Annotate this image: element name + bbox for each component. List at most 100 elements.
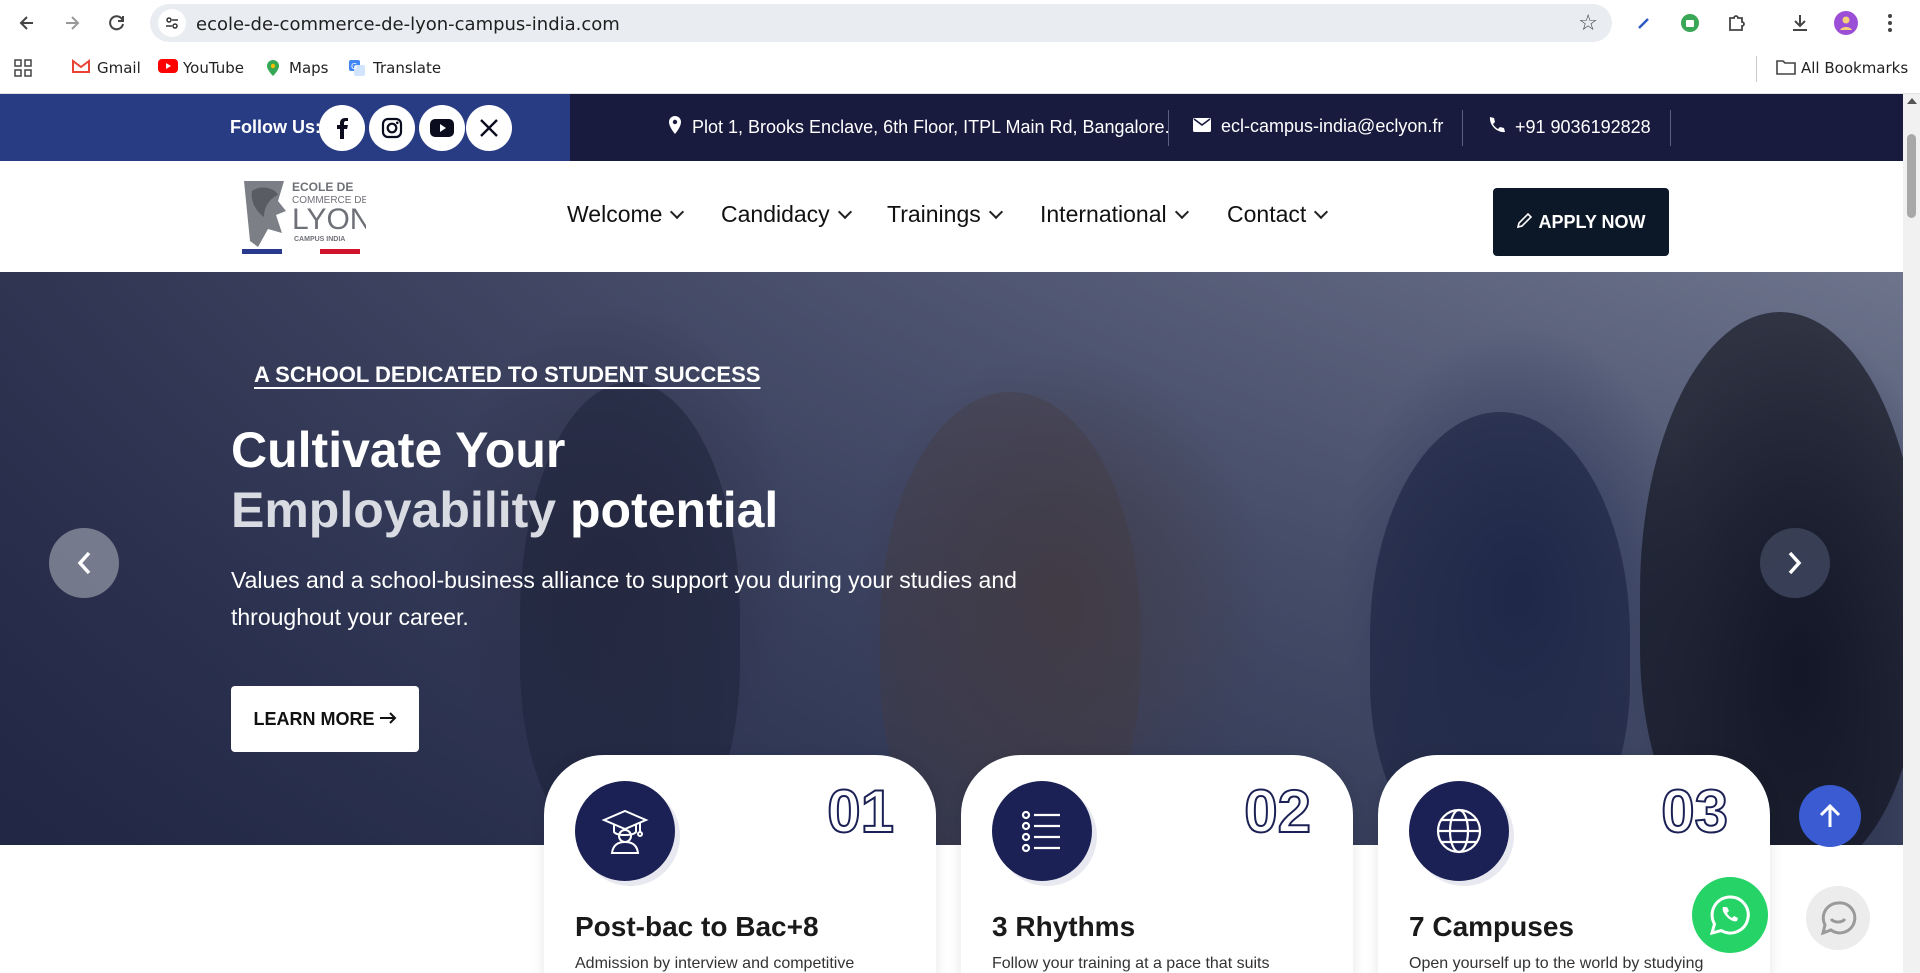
nav-label: Candidacy: [721, 201, 830, 227]
bookmark-label: Translate: [373, 59, 442, 77]
envelope-icon: [1193, 116, 1211, 137]
carousel-next-button[interactable]: [1760, 528, 1830, 598]
phone-icon: [1487, 116, 1505, 139]
back-icon[interactable]: [13, 9, 41, 37]
youtube-icon: [158, 59, 178, 77]
whatsapp-button[interactable]: [1692, 877, 1768, 953]
chevron-left-icon: [77, 551, 91, 575]
gmail-icon: [72, 59, 90, 77]
extension-pen-icon[interactable]: [1630, 9, 1658, 37]
school-logo[interactable]: ECOLE DE COMMERCE DE LYON CAMPUS INDIA: [240, 177, 371, 257]
graduate-icon: [575, 781, 675, 881]
scrollbar-up-arrow-icon[interactable]: [1907, 98, 1917, 104]
chevron-down-icon: [670, 204, 685, 220]
all-bookmarks[interactable]: All Bookmarks: [1776, 59, 1908, 77]
youtube-social-icon[interactable]: [419, 105, 465, 151]
maps-icon: [264, 59, 282, 77]
chat-bubble-icon: [1820, 901, 1857, 936]
x-icon[interactable]: [466, 105, 512, 151]
folder-icon: [1776, 59, 1796, 77]
browser-menu-icon[interactable]: [1876, 9, 1904, 37]
reload-icon[interactable]: [103, 9, 131, 37]
apply-now-button[interactable]: APPLY NOW: [1493, 188, 1669, 256]
bookmark-star-icon[interactable]: ☆: [1578, 10, 1598, 36]
forward-icon[interactable]: [58, 9, 86, 37]
page-scrollbar[interactable]: [1903, 94, 1920, 973]
logo-line1: ECOLE DE: [292, 180, 353, 194]
nav-label: Welcome: [567, 201, 663, 227]
bookmark-label: Gmail: [97, 59, 141, 77]
follow-us-label: Follow Us:: [230, 117, 321, 137]
chevron-down-icon: [988, 204, 1003, 220]
url-text[interactable]: ecole-de-commerce-de-lyon-campus-india.c…: [196, 14, 620, 35]
instagram-icon[interactable]: [369, 105, 415, 151]
scrollbar-thumb[interactable]: [1907, 134, 1916, 218]
bookmark-gmail[interactable]: Gmail: [72, 59, 141, 77]
download-icon[interactable]: [1786, 9, 1814, 37]
list-icon: [992, 781, 1092, 881]
address-item: Plot 1, Brooks Enclave, 6th Floor, ITPL …: [668, 116, 1170, 139]
headline-muted-word: Employability: [231, 482, 557, 538]
card-description: Admission by interview and competitive: [575, 955, 855, 972]
facebook-icon[interactable]: [319, 105, 365, 151]
card-number: 02: [1243, 777, 1312, 846]
arrow-up-icon: [1819, 803, 1841, 827]
whatsapp-icon: [1709, 895, 1750, 936]
bookmarks-divider: [1756, 56, 1757, 82]
top-contact-bar: Follow Us: Plot 1, Brooks Enclave, 6th F…: [0, 94, 1903, 161]
extension-green-icon[interactable]: [1676, 9, 1704, 37]
card-number: 01: [826, 777, 895, 846]
bookmark-label: YouTube: [183, 59, 244, 77]
card-title: 7 Campuses: [1409, 911, 1574, 942]
nav-label: Trainings: [887, 201, 981, 227]
chevron-right-icon: [1788, 551, 1802, 575]
learn-more-button[interactable]: LEARN MORE: [231, 686, 419, 752]
browser-toolbar: ecole-de-commerce-de-lyon-campus-india.c…: [0, 0, 1920, 46]
card-title: 3 Rhythms: [992, 911, 1136, 942]
contact-divider: [1168, 110, 1169, 146]
bookmark-maps[interactable]: Maps: [264, 59, 328, 77]
hero-subtext: Values and a school-business alliance to…: [231, 567, 1017, 630]
apps-grid-icon[interactable]: [14, 59, 32, 77]
nav-international[interactable]: International: [1040, 201, 1189, 228]
phone-text[interactable]: +91 9036192828: [1515, 117, 1651, 138]
hero-eyebrow: A SCHOOL DEDICATED TO STUDENT SUCCESS: [254, 362, 761, 387]
bookmark-translate[interactable]: G Translate: [348, 59, 441, 77]
site-info-icon[interactable]: [158, 9, 186, 37]
location-pin-icon: [668, 116, 682, 139]
site-header: ECOLE DE COMMERCE DE LYON CAMPUS INDIA W…: [0, 161, 1903, 272]
chevron-down-icon: [1314, 204, 1329, 220]
translate-icon: G: [348, 59, 366, 77]
address-text: Plot 1, Brooks Enclave, 6th Floor, ITPL …: [692, 117, 1170, 137]
phone-item[interactable]: +91 9036192828: [1487, 116, 1651, 139]
globe-icon: [1409, 781, 1509, 881]
profile-avatar-icon[interactable]: [1832, 9, 1860, 37]
logo-line4: CAMPUS INDIA: [294, 236, 345, 243]
nav-welcome[interactable]: Welcome: [567, 201, 685, 228]
svg-text:G: G: [351, 62, 357, 71]
apply-now-label: APPLY NOW: [1538, 211, 1646, 232]
bookmark-youtube[interactable]: YouTube: [158, 59, 244, 77]
nav-label: Contact: [1227, 201, 1307, 227]
scroll-to-top-button[interactable]: [1799, 785, 1861, 847]
nav-label: International: [1040, 201, 1167, 227]
headline-rest: potential: [556, 482, 779, 538]
page-viewport: Follow Us: Plot 1, Brooks Enclave, 6th F…: [0, 94, 1920, 973]
nav-contact[interactable]: Contact: [1227, 201, 1329, 228]
chat-widget-button[interactable]: [1806, 886, 1870, 950]
contact-divider: [1462, 110, 1463, 146]
extensions-puzzle-icon[interactable]: [1722, 9, 1750, 37]
nav-trainings[interactable]: Trainings: [887, 201, 1003, 228]
address-bar[interactable]: ecole-de-commerce-de-lyon-campus-india.c…: [150, 4, 1612, 42]
bookmarks-bar: Gmail YouTube Maps G Translate All Bookm…: [0, 46, 1920, 94]
feature-card[interactable]: 02 3 Rhythms Follow your training at a p…: [961, 755, 1353, 973]
card-number: 03: [1660, 777, 1729, 846]
logo-line3: LYON: [292, 203, 366, 236]
nav-candidacy[interactable]: Candidacy: [721, 201, 852, 228]
learn-more-label: LEARN MORE: [253, 708, 375, 729]
feature-card[interactable]: 01 Post-bac to Bac+8 Admission by interv…: [544, 755, 936, 973]
email-item[interactable]: ecl-campus-india@eclyon.fr: [1193, 116, 1443, 137]
carousel-prev-button[interactable]: [49, 528, 119, 598]
card-title: Post-bac to Bac+8: [575, 911, 819, 942]
email-text[interactable]: ecl-campus-india@eclyon.fr: [1221, 116, 1443, 137]
